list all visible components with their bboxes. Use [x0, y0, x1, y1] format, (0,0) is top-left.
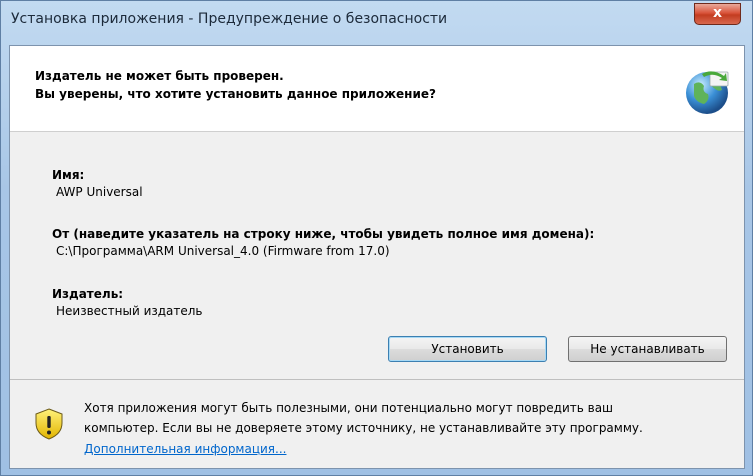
publisher-label: Издатель: [52, 287, 124, 301]
dont-install-button[interactable]: Не устанавливать [568, 336, 727, 362]
header-line-2: Вы уверены, что хотите установить данное… [35, 87, 436, 101]
more-info-link[interactable]: Дополнительная информация... [84, 442, 286, 456]
title-bar: Установка приложения - Предупреждение о … [1, 1, 752, 45]
header-line-1: Издатель не может быть проверен. [35, 69, 284, 83]
warning-text-line-2: компьютер. Если вы не доверяете этому ис… [84, 421, 643, 435]
close-button[interactable]: x [694, 3, 741, 25]
shield-warning-icon [35, 408, 63, 440]
window-title: Установка приложения - Предупреждение о … [11, 11, 448, 27]
publisher-value: Неизвестный издатель [56, 304, 203, 318]
warning-text-line-1: Хотя приложения могут быть полезными, он… [84, 401, 614, 415]
install-button[interactable]: Установить [388, 336, 547, 362]
name-value: AWP Universal [56, 185, 143, 199]
dialog-content: Издатель не может быть проверен. Вы увер… [9, 45, 745, 469]
globe-install-icon [686, 71, 729, 114]
dialog-header: Издатель не может быть проверен. Вы увер… [10, 46, 744, 132]
warning-footer: Хотя приложения могут быть полезными, он… [10, 379, 744, 468]
name-label: Имя: [52, 168, 85, 182]
from-value[interactable]: C:\Программа\ARM Universal_4.0 (Firmware… [56, 244, 390, 258]
from-label: От (наведите указатель на строку ниже, ч… [52, 227, 595, 241]
security-warning-dialog: Установка приложения - Предупреждение о … [0, 0, 753, 476]
